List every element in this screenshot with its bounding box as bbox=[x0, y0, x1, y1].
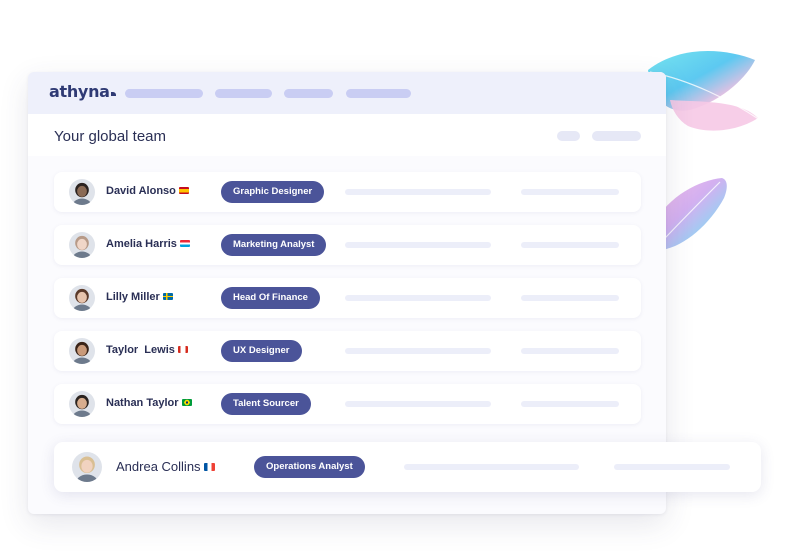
team-member-row[interactable]: Nathan Taylor Talent Sourcer bbox=[54, 384, 641, 424]
row-placeholder-bar bbox=[345, 189, 491, 195]
member-name: Andrea Collins bbox=[116, 459, 215, 474]
sweden-flag-icon bbox=[162, 293, 173, 300]
avatar bbox=[72, 452, 102, 482]
member-name-text: Taylor Lewis bbox=[106, 344, 175, 356]
row-placeholder-bar bbox=[345, 348, 491, 354]
avatar-portrait bbox=[69, 232, 95, 258]
avatar-portrait bbox=[72, 452, 102, 482]
page-title: Your global team bbox=[54, 128, 167, 145]
role-badge: Talent Sourcer bbox=[221, 393, 311, 415]
avatar-portrait bbox=[69, 285, 95, 311]
team-member-row[interactable]: Lilly Miller Head Of Finance bbox=[54, 278, 641, 318]
row-placeholder-bar bbox=[345, 242, 491, 248]
row-placeholder-bar bbox=[345, 401, 491, 407]
row-placeholder-bar bbox=[345, 295, 491, 301]
avatar bbox=[69, 338, 95, 364]
page-header: Your global team bbox=[28, 114, 666, 156]
avatar bbox=[69, 285, 95, 311]
role-badge: UX Designer bbox=[221, 340, 302, 362]
role-badge: Head Of Finance bbox=[221, 287, 320, 309]
member-name-text: David Alonso bbox=[106, 185, 176, 197]
nav-item-placeholder-2[interactable] bbox=[215, 89, 272, 98]
row-placeholder-bar bbox=[521, 242, 619, 248]
header-action-placeholder-1[interactable] bbox=[557, 131, 580, 141]
member-name-text: Andrea Collins bbox=[116, 459, 201, 474]
row-placeholder-bar bbox=[521, 401, 619, 407]
nav-item-placeholder-4[interactable] bbox=[346, 89, 411, 98]
avatar bbox=[69, 391, 95, 417]
avatar bbox=[69, 232, 95, 258]
spain-flag-icon bbox=[178, 187, 189, 194]
avatar bbox=[69, 179, 95, 205]
luxembourg-flag-icon bbox=[179, 240, 190, 247]
role-badge: Graphic Designer bbox=[221, 181, 325, 203]
team-member-row[interactable]: David Alonso Graphic Designer bbox=[54, 172, 641, 212]
nav-item-placeholder-1[interactable] bbox=[125, 89, 203, 98]
stage: athyna Your global team David Alonso Gra… bbox=[0, 0, 800, 556]
member-name: Amelia Harris bbox=[106, 238, 190, 250]
member-name-text: Lilly Miller bbox=[106, 291, 160, 303]
top-navigation-bar: athyna bbox=[28, 72, 666, 114]
brazil-flag-icon bbox=[181, 399, 192, 406]
team-member-row[interactable]: Taylor Lewis UX Designer bbox=[54, 331, 641, 371]
featured-team-member-row[interactable]: Andrea Collins Operations Analyst bbox=[54, 442, 761, 492]
member-name-text: Nathan Taylor bbox=[106, 397, 179, 409]
avatar-portrait bbox=[69, 179, 95, 205]
member-name: Nathan Taylor bbox=[106, 397, 192, 409]
member-name: David Alonso bbox=[106, 185, 189, 197]
avatar-portrait bbox=[69, 338, 95, 364]
role-badge: Marketing Analyst bbox=[221, 234, 327, 256]
header-action-placeholder-2[interactable] bbox=[592, 131, 641, 141]
row-placeholder-bar bbox=[521, 189, 619, 195]
brand-logo-mark bbox=[110, 92, 116, 96]
row-placeholder-bar bbox=[521, 295, 619, 301]
france-flag-icon bbox=[203, 463, 215, 471]
member-name: Lilly Miller bbox=[106, 291, 173, 303]
nav-item-placeholder-3[interactable] bbox=[284, 89, 333, 98]
row-placeholder-bar bbox=[521, 348, 619, 354]
canada-flag-icon bbox=[177, 346, 188, 353]
brand-logo[interactable]: athyna bbox=[49, 82, 116, 101]
avatar-portrait bbox=[69, 391, 95, 417]
member-name: Taylor Lewis bbox=[106, 344, 188, 356]
row-placeholder-bar bbox=[614, 464, 730, 470]
team-member-row[interactable]: Amelia Harris Marketing Analyst bbox=[54, 225, 641, 265]
row-placeholder-bar bbox=[404, 464, 579, 470]
role-badge: Operations Analyst bbox=[254, 456, 365, 478]
member-name-text: Amelia Harris bbox=[106, 238, 177, 250]
